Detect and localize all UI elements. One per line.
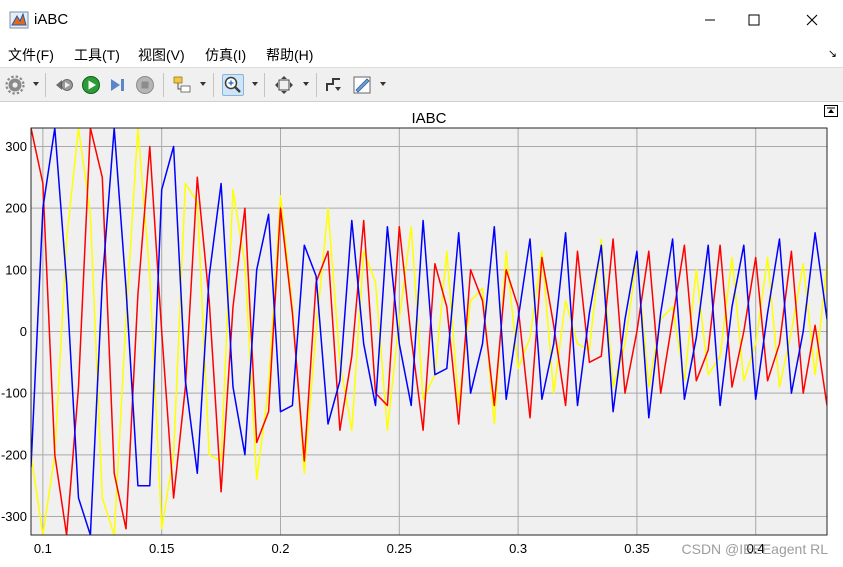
menu-tools[interactable]: 工具(T) xyxy=(74,45,120,65)
settings-icon xyxy=(5,75,25,95)
menu-view[interactable]: 视图(V) xyxy=(138,45,185,65)
x-tick-label: 0.25 xyxy=(387,541,412,556)
minimize-icon xyxy=(705,19,715,21)
maximize-button[interactable] xyxy=(731,0,777,40)
x-tick-label: 0.2 xyxy=(271,541,289,556)
step-forward-icon xyxy=(111,79,124,91)
y-tick-label: 100 xyxy=(5,262,27,277)
y-tick-label: -100 xyxy=(1,386,27,401)
menu-bar: 文件(F) 工具(T) 视图(V) 仿真(I) 帮助(H) ↘ xyxy=(0,40,843,67)
fit-view-icon xyxy=(275,76,293,94)
triggers-icon xyxy=(326,78,341,91)
toolbar-separator xyxy=(213,73,214,97)
restore-menu-icon[interactable]: ↘ xyxy=(828,47,837,60)
toolbar-separator xyxy=(45,73,46,97)
y-tick-label: 200 xyxy=(5,201,27,216)
triggers-button[interactable] xyxy=(323,74,345,96)
fit-view-dropdown-icon[interactable] xyxy=(303,82,309,86)
close-icon xyxy=(806,14,818,26)
step-back-button[interactable] xyxy=(53,74,75,96)
x-tick-label: 0.35 xyxy=(624,541,649,556)
highlight-dropdown-icon[interactable] xyxy=(200,82,206,86)
y-tick-label: 0 xyxy=(20,324,27,339)
toolbar-separator xyxy=(163,73,164,97)
menu-simulation[interactable]: 仿真(I) xyxy=(205,45,246,65)
matlab-icon xyxy=(9,11,29,29)
zoom-button[interactable] xyxy=(222,74,244,96)
settings-button[interactable] xyxy=(4,74,26,96)
y-tick-label: -200 xyxy=(1,447,27,462)
y-tick-label: -300 xyxy=(1,509,27,524)
window-title: iABC xyxy=(34,11,69,28)
run-button[interactable] xyxy=(80,74,102,96)
y-tick-label: 300 xyxy=(5,139,27,154)
highlight-block-button[interactable] xyxy=(171,74,193,96)
iabc-chart[interactable]: 0.1 0.15 0.2 0.25 0.3 0.35 0.4-300-200-1000100… xyxy=(0,102,843,567)
measurements-icon xyxy=(353,76,371,94)
csdn-watermark: CSDN @IEEEagent RL xyxy=(682,541,829,557)
x-tick-label: 0.1 xyxy=(34,541,52,556)
fit-view-button[interactable] xyxy=(273,74,295,96)
x-tick-label: 0.3 xyxy=(509,541,527,556)
zoom-icon xyxy=(224,76,241,93)
close-button[interactable] xyxy=(789,0,835,40)
measurements-dropdown-icon[interactable] xyxy=(380,82,386,86)
undock-icon[interactable] xyxy=(824,105,838,117)
stop-button[interactable] xyxy=(134,74,156,96)
toolbar-separator xyxy=(316,73,317,97)
menu-file[interactable]: 文件(F) xyxy=(8,45,54,65)
highlight-block-icon xyxy=(173,76,191,93)
toolbar-separator xyxy=(264,73,265,97)
toolbar xyxy=(0,67,843,102)
zoom-dropdown-icon[interactable] xyxy=(252,82,258,86)
stop-icon xyxy=(136,76,154,94)
run-icon xyxy=(82,76,100,94)
step-back-icon xyxy=(56,79,73,91)
x-tick-label: 0.15 xyxy=(149,541,174,556)
settings-dropdown-icon[interactable] xyxy=(33,82,39,86)
window-titlebar: iABC xyxy=(0,0,843,40)
scope-plot-area: 0.1 0.15 0.2 0.25 0.3 0.35 0.4 -300 -200 -100 0 100… xyxy=(0,102,843,567)
measurements-button[interactable] xyxy=(351,74,373,96)
minimize-button[interactable] xyxy=(687,0,733,40)
menu-help[interactable]: 帮助(H) xyxy=(266,45,313,65)
step-forward-button[interactable] xyxy=(107,74,129,96)
chart-title: IABC xyxy=(411,110,446,127)
maximize-icon xyxy=(748,14,760,26)
